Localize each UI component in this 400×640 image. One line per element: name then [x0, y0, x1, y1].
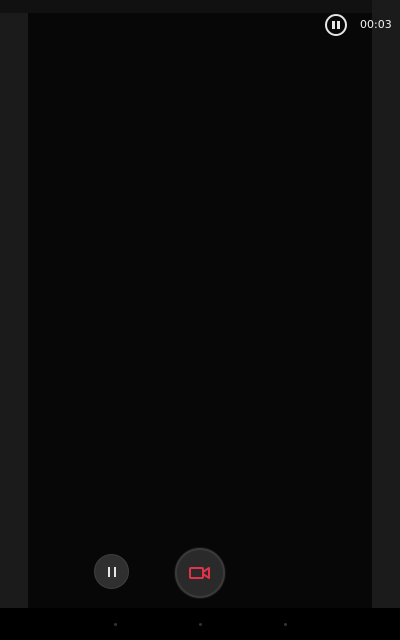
camera-viewfinder: [28, 13, 372, 608]
pause-icon-bar-right: [113, 566, 116, 577]
recording-timer: 00:03: [360, 18, 392, 31]
left-edge-panel: [0, 13, 28, 608]
stop-recording-button[interactable]: [175, 548, 225, 598]
recents-nav-button[interactable]: [284, 623, 287, 626]
pause-icon-bar-right: [337, 21, 340, 29]
camera-screen: 00:03: [0, 0, 400, 640]
pause-icon-bar-left: [332, 21, 335, 29]
back-nav-button[interactable]: [114, 623, 117, 626]
video-camera-icon: [189, 567, 210, 579]
right-edge-panel: [372, 0, 400, 608]
pause-icon-bar-left: [107, 566, 110, 577]
recording-pause-indicator[interactable]: [325, 14, 347, 36]
home-nav-button[interactable]: [199, 623, 202, 626]
pause-recording-button[interactable]: [94, 554, 129, 589]
status-bar: [0, 0, 400, 13]
